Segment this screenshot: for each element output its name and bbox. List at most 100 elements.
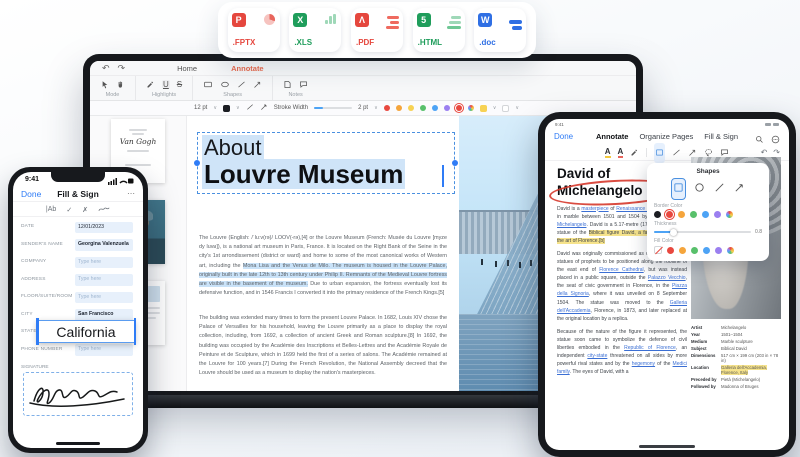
fill-color-custom[interactable]: [727, 247, 734, 254]
selection-handle-left[interactable]: [194, 160, 200, 166]
color-dot-orange[interactable]: [396, 105, 402, 111]
thickness-slider[interactable]: [654, 231, 751, 233]
fill-swatch-none[interactable]: [502, 105, 509, 112]
color-dot-green[interactable]: [420, 105, 426, 111]
font-size-select[interactable]: 12 pt: [194, 105, 207, 111]
fill-color-green[interactable]: [691, 247, 698, 254]
stroke-width-slider[interactable]: [314, 107, 352, 109]
format-tile-doc[interactable]: W .doc: [474, 8, 526, 52]
group-label: Highlights: [152, 92, 176, 98]
address-field[interactable]: Type here: [75, 274, 133, 286]
shape-line[interactable]: [714, 180, 725, 198]
line-style-icon[interactable]: [246, 103, 254, 113]
date-field[interactable]: 12/01/2023: [75, 222, 133, 234]
redo-icon[interactable]: ↷: [118, 63, 126, 74]
undo-icon[interactable]: ↶: [761, 148, 768, 157]
check-tool-icon[interactable]: ✓: [66, 206, 72, 214]
pen-tool-icon[interactable]: [630, 144, 639, 162]
shape-circle[interactable]: [694, 180, 705, 198]
strikethrough-icon[interactable]: S: [177, 80, 182, 89]
fill-color-purple[interactable]: [715, 247, 722, 254]
tab-fill-sign[interactable]: Fill & Sign: [704, 132, 738, 141]
line-tool-icon[interactable]: [672, 144, 681, 162]
selection-handle-right[interactable]: [452, 160, 458, 166]
pencil-icon[interactable]: [146, 80, 155, 89]
chevron-down-icon: ∨: [374, 105, 378, 111]
signature-label: SIGNATURE: [21, 365, 49, 370]
infobox-value: Madonna of Bruges: [721, 384, 784, 389]
signature-box[interactable]: [23, 372, 133, 416]
redo-icon[interactable]: ↷: [773, 148, 780, 157]
arrow-icon[interactable]: [253, 80, 262, 89]
color-dot-blue[interactable]: [432, 105, 438, 111]
more-icon[interactable]: ⋯: [127, 189, 135, 198]
infobox-label: Year: [691, 332, 721, 337]
hand-icon[interactable]: [116, 80, 125, 90]
text-tool-icon[interactable]: |Ab: [46, 206, 56, 213]
field-label: FLOOR/SUITE/ROOM: [21, 294, 72, 299]
city-field[interactable]: San Francisco: [75, 309, 133, 321]
tablet-device: 9:41 Done Annotate Organize Pages Fill &…: [538, 112, 796, 457]
color-dot-red-selected[interactable]: [456, 105, 462, 111]
tab-annotate[interactable]: Annotate: [596, 132, 629, 141]
tab-home[interactable]: Home: [177, 64, 197, 73]
color-dot-custom[interactable]: [468, 105, 474, 111]
border-color-blue[interactable]: [702, 211, 709, 218]
undo-icon[interactable]: ↶: [102, 63, 110, 74]
html5-icon: 5: [417, 13, 431, 27]
border-color-purple[interactable]: [714, 211, 721, 218]
floor-suite-room-field[interactable]: Type here: [75, 292, 133, 304]
note-icon[interactable]: [283, 80, 292, 89]
underline-icon[interactable]: U: [162, 80, 170, 89]
shape-arrow[interactable]: [734, 180, 745, 198]
thumbnail-title: Van Gogh: [111, 137, 165, 146]
selected-text-annotation[interactable]: About Louvre Museum: [197, 132, 455, 194]
format-tile-pptx[interactable]: P .FPTX: [228, 8, 280, 52]
border-color-red-selected[interactable]: [666, 211, 673, 218]
format-tile-xls[interactable]: X .XLS: [289, 8, 341, 52]
fill-color-orange[interactable]: [679, 247, 686, 254]
shape-square-selected[interactable]: [672, 179, 685, 199]
format-tile-html[interactable]: 5 .HTML: [413, 8, 465, 52]
color-dot-purple[interactable]: [444, 105, 450, 111]
company-field[interactable]: Type here: [75, 257, 133, 269]
infobox-table: ArtistMichelangelo Year1501–1504 MediumM…: [691, 325, 784, 391]
status-time: 9:41: [25, 176, 39, 183]
highlight-tool-icon[interactable]: A: [605, 147, 611, 158]
fill-color-none-selected[interactable]: [654, 246, 662, 254]
format-tile-pdf[interactable]: Λ .PDF: [351, 8, 403, 52]
ellipse-icon[interactable]: [220, 80, 230, 89]
fill-color-blue[interactable]: [703, 247, 710, 254]
stroke-value-select[interactable]: 2 pt: [358, 105, 368, 111]
cursor-icon[interactable]: [100, 80, 109, 90]
toolbar-group-mode: Mode: [90, 76, 136, 100]
format-ext-label: .HTML: [418, 38, 442, 47]
phone-number-field[interactable]: Type here: [75, 344, 133, 356]
shape-tool-icon-selected[interactable]: [654, 143, 665, 163]
pdf-icon: Λ: [355, 13, 369, 27]
color-dot-yellow[interactable]: [408, 105, 414, 111]
infobox-value: Biblical David: [721, 346, 784, 351]
field-label: CITY: [21, 312, 33, 317]
line-icon[interactable]: [237, 80, 246, 89]
color-dot-red[interactable]: [384, 105, 390, 111]
border-color-black[interactable]: [654, 211, 661, 218]
underline-tool-icon[interactable]: A: [618, 147, 624, 158]
state-value-editor[interactable]: California: [37, 320, 135, 343]
arrow-style-icon[interactable]: [260, 103, 268, 113]
tab-organize-pages[interactable]: Organize Pages: [639, 132, 693, 141]
fill-color-red[interactable]: [667, 247, 674, 254]
border-color-orange[interactable]: [678, 211, 685, 218]
comment-icon[interactable]: [299, 80, 308, 89]
sender-name-field[interactable]: Georgina Valenzuela: [75, 239, 133, 251]
fill-swatch-yellow[interactable]: [480, 105, 487, 112]
cross-tool-icon[interactable]: ✗: [82, 206, 88, 214]
border-color-green[interactable]: [690, 211, 697, 218]
color-swatch-black[interactable]: [223, 105, 230, 112]
doc-title-line1: About: [202, 135, 450, 160]
tab-annotate[interactable]: Annotate: [231, 64, 264, 73]
infobox-label: Dimensions: [691, 353, 721, 364]
signature-tool-icon[interactable]: [98, 205, 110, 215]
border-color-custom[interactable]: [726, 211, 733, 218]
rectangle-icon[interactable]: [203, 80, 213, 89]
